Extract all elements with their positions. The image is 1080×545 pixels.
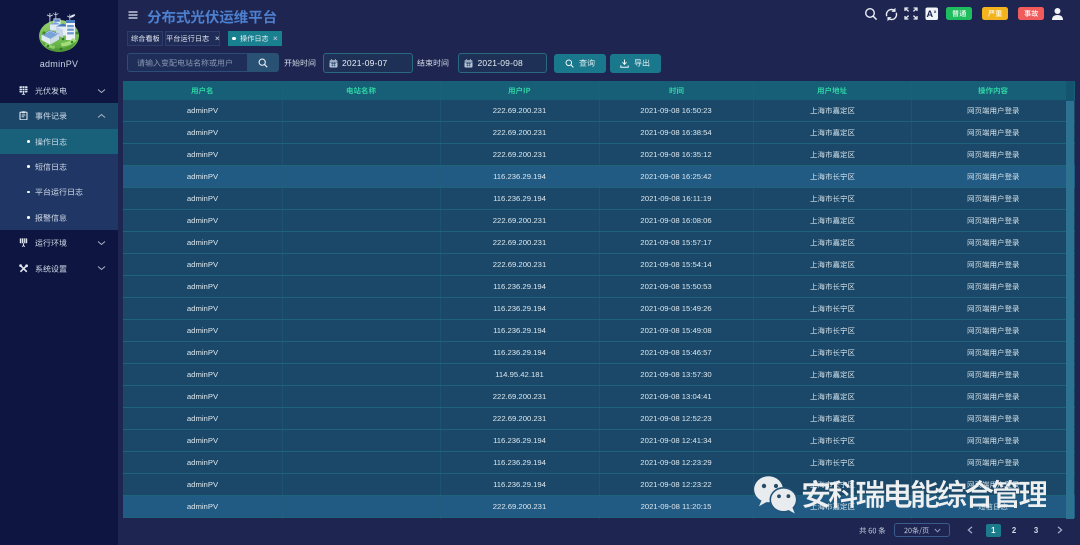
svg-text:x: x xyxy=(934,10,937,15)
svg-text:A: A xyxy=(927,9,934,19)
